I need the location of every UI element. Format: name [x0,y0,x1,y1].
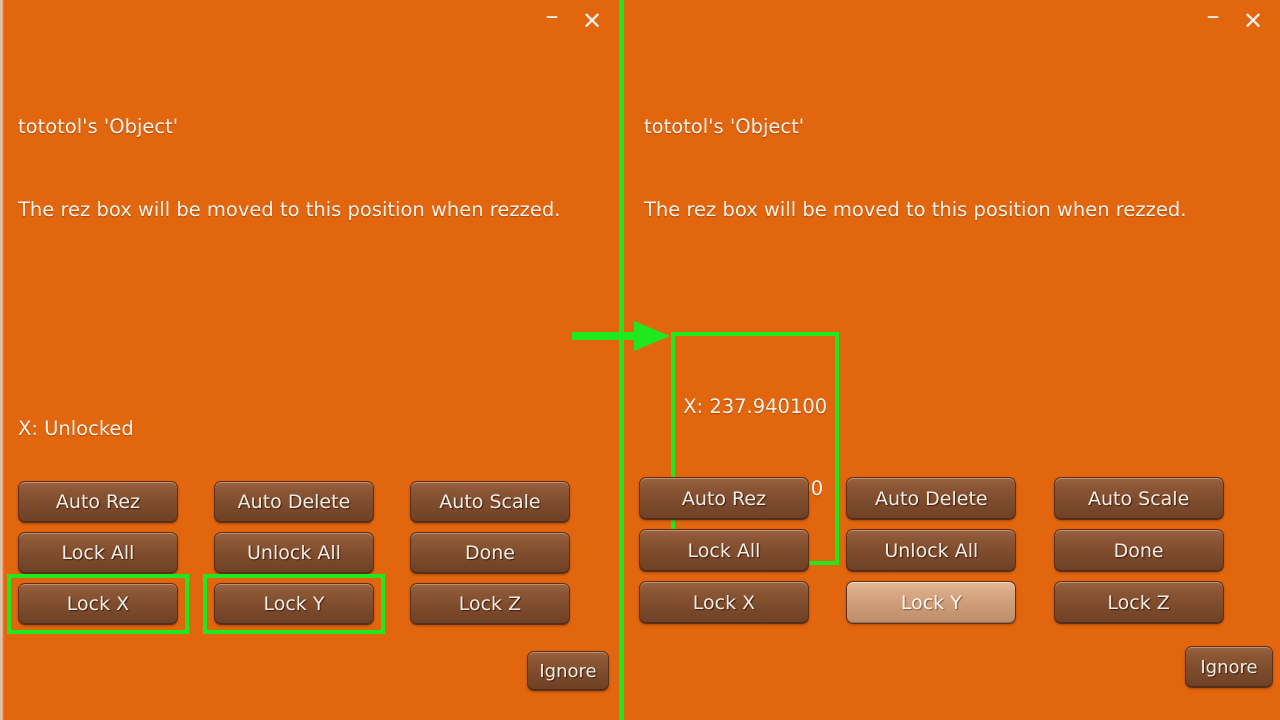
button-row: Lock X Lock Y Lock Z [7,574,606,634]
titlebar-right: – ✕ [610,0,1280,42]
minimize-icon[interactable]: – [1200,3,1226,40]
auto-scale-button[interactable]: Auto Scale [409,481,570,523]
cell: Auto Rez [639,477,846,520]
button-grid-right: Auto Rez Auto Delete Auto Scale Lock All… [639,477,1261,633]
auto-delete-button[interactable]: Auto Delete [846,477,1017,520]
unlock-all-button[interactable]: Unlock All [846,529,1017,572]
owner-line: tototol's 'Object' [644,115,805,138]
button-row: Auto Rez Auto Delete Auto Scale [639,477,1261,520]
titlebar-left: – ✕ [0,0,619,42]
ignore-wrap-right: Ignore [1185,646,1273,688]
window-left-edge [0,0,4,720]
close-icon[interactable]: ✕ [579,8,605,34]
button-row: Auto Rez Auto Delete Auto Scale [18,481,606,523]
button-row: Lock X Lock Y Lock Z [639,581,1261,624]
lock-z-button[interactable]: Lock Z [1053,581,1224,624]
lock-y-button[interactable]: Lock Y [846,581,1017,624]
axis-x-status: X: Unlocked [18,417,134,440]
auto-scale-button[interactable]: Auto Scale [1053,477,1224,520]
description-text: The rez box will be moved to this positi… [644,197,1187,221]
cell: Unlock All [213,532,410,574]
description-text: The rez box will be moved to this positi… [18,197,561,221]
cell: Auto Delete [846,477,1053,520]
lock-z-button[interactable]: Lock Z [409,583,570,625]
lock-x-highlight: Lock X [7,574,214,634]
cell: Lock Y [846,581,1053,624]
cell: Auto Scale [1053,477,1261,520]
transition-arrow-icon [572,321,670,351]
lock-x-button[interactable]: Lock X [18,583,178,625]
arrow-shaft [572,332,642,340]
lock-all-button[interactable]: Lock All [18,532,178,574]
rez-box-dialog-after: – ✕ tototol's 'Object' The rez box will … [624,0,1280,720]
lock-y-button[interactable]: Lock Y [213,583,374,625]
cell: Auto Delete [213,481,410,523]
cell: Lock Z [1053,581,1261,624]
comparison-divider [619,0,624,720]
rez-box-dialog-before: – ✕ tototol's 'Object' The rez box will … [0,0,619,720]
lock-all-button[interactable]: Lock All [639,529,809,572]
screen: – ✕ tototol's 'Object' The rez box will … [0,0,1280,720]
button-row: Lock All Unlock All Done [18,532,606,574]
cell: Done [1053,529,1261,572]
ignore-wrap-left: Ignore [527,651,609,691]
done-button[interactable]: Done [409,532,570,574]
auto-delete-button[interactable]: Auto Delete [213,481,374,523]
cell: Done [409,532,606,574]
owner-line: tototol's 'Object' [18,115,179,138]
lock-x-button[interactable]: Lock X [639,581,809,624]
button-row: Lock All Unlock All Done [639,529,1261,572]
cell: Auto Rez [18,481,214,523]
lock-y-highlight: Lock Y [202,574,410,634]
axis-x-value: X: 237.940100 [683,394,828,418]
cell: Unlock All [846,529,1053,572]
auto-rez-button[interactable]: Auto Rez [18,481,178,523]
ignore-button[interactable]: Ignore [1185,646,1273,688]
ignore-button[interactable]: Ignore [527,651,609,691]
button-grid-left: Auto Rez Auto Delete Auto Scale Lock All… [7,481,606,634]
cell: Lock All [639,529,846,572]
minimize-icon[interactable]: – [539,3,565,40]
auto-rez-button[interactable]: Auto Rez [639,477,809,520]
cell: Lock Z [409,583,606,625]
unlock-all-button[interactable]: Unlock All [213,532,374,574]
arrow-head [634,321,670,351]
cell: Auto Scale [409,481,606,523]
cell: Lock All [18,532,214,574]
close-icon[interactable]: ✕ [1240,8,1266,34]
cell: Lock X [639,581,846,624]
done-button[interactable]: Done [1053,529,1224,572]
